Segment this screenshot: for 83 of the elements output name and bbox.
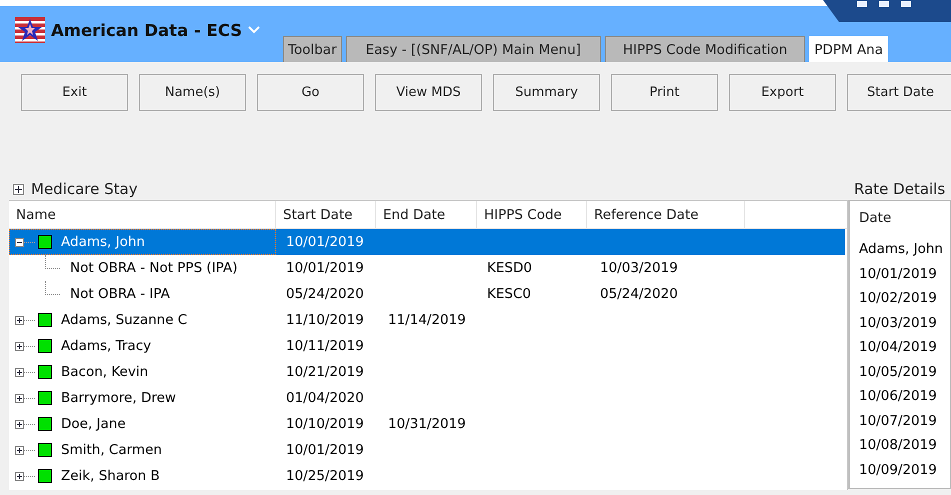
tab[interactable]: Toolbar (283, 36, 342, 62)
patient-name: Adams, John (61, 234, 145, 250)
table-cell: 10/11/2019 (286, 338, 364, 354)
table-cell: 10/01/2019 (286, 234, 364, 250)
table-cell-text: 10/07/2019 (859, 412, 938, 430)
table-cell-text: 10/06/2019 (859, 387, 938, 406)
patient-name: Bacon, Kevin (61, 364, 148, 380)
column-header[interactable]: Reference Date (587, 201, 745, 228)
table-cell: 10/31/2019 (388, 416, 466, 432)
toolbar-button[interactable]: Print (611, 74, 718, 111)
column-header[interactable]: End Date (376, 201, 477, 228)
table-cell: 05/24/2020 (286, 286, 364, 302)
table-cell: 11/14/2019 (388, 312, 466, 328)
status-square-icon (38, 469, 52, 483)
column-header[interactable]: Date (859, 210, 950, 231)
table-cell: 10/03/2019 (600, 260, 678, 276)
table-cell-text: 10/05/2019 (859, 362, 938, 382)
table-cell: 10/10/2019 (286, 416, 364, 432)
toolbar-button[interactable]: Summary (493, 74, 600, 111)
expand-icon[interactable] (15, 368, 24, 376)
toolbar-button[interactable]: View MDS (375, 74, 482, 111)
tree-row[interactable]: Bacon, Kevin 10/21/2019 (9, 359, 845, 385)
toolbar-button[interactable]: Exit (21, 74, 128, 111)
patient-name: Barrymore, Drew (61, 390, 176, 406)
expand-icon[interactable] (15, 472, 24, 480)
table-cell-text: 10/02/2019 (859, 289, 938, 308)
table-cell: 10/25/2019 (286, 468, 364, 484)
expand-icon[interactable] (15, 446, 24, 454)
collapse-icon[interactable] (15, 238, 24, 246)
table-cell: 05/24/2020 (600, 286, 678, 302)
patient-name: Adams, Suzanne C (61, 312, 188, 328)
stay-name: Not OBRA - Not PPS (IPA) (70, 260, 238, 276)
table-cell: 10/21/2019 (286, 364, 364, 380)
tree-row[interactable]: Adams, Suzanne C 11/10/2019 11/14/2019 (9, 307, 845, 333)
status-square-icon (38, 443, 52, 457)
status-square-icon (38, 417, 52, 431)
flag-logo-icon (15, 17, 45, 43)
patient-name: Doe, Jane (61, 416, 126, 432)
table-cell-text: 10/01/2019 (859, 264, 938, 284)
tree-row[interactable]: Zeik, Sharon B 10/25/2019 (9, 463, 845, 489)
stay-name: Not OBRA - IPA (70, 286, 170, 302)
tree-row[interactable]: Barrymore, Drew 01/04/2020 (9, 385, 845, 411)
expand-icon[interactable] (15, 394, 24, 402)
table-cell: 01/04/2020 (286, 390, 364, 406)
tree-row[interactable]: Smith, Carmen 10/01/2019 (9, 437, 845, 463)
table-cell: 10/01/2019 (286, 260, 364, 276)
table-cell: KESC0 (487, 286, 531, 302)
table-cell: 10/01/2019 (286, 442, 364, 458)
expand-icon[interactable] (15, 316, 24, 324)
table-cell: KESD0 (487, 260, 532, 276)
toolbar-button[interactable]: Start Date (847, 74, 951, 111)
app-title: American Data - ECS (51, 20, 242, 40)
status-square-icon (38, 313, 52, 327)
table-cell-text: 10/09/2019 (859, 460, 938, 480)
expand-icon[interactable] (15, 342, 24, 350)
patient-name: Adams, Tracy (61, 338, 152, 354)
status-square-icon (38, 391, 52, 405)
table-cell-text: 10/03/2019 (859, 314, 938, 332)
patient-name: Zeik, Sharon B (61, 468, 160, 484)
table-cell: 11/10/2019 (286, 312, 364, 328)
tree-row[interactable]: Adams, Tracy 10/11/2019 (9, 333, 845, 359)
table-cell-text: 10/08/2019 (859, 436, 938, 455)
toolbar-button[interactable]: Name(s) (139, 74, 246, 111)
column-header[interactable]: HIPPS Code (477, 201, 587, 228)
table-cell-text: 10/04/2019 (859, 338, 938, 357)
column-header[interactable]: Name (9, 201, 276, 228)
tree-row[interactable]: Adams, John 10/01/2019 (9, 229, 845, 255)
column-header[interactable]: Start Date (276, 201, 376, 228)
status-square-icon (38, 365, 52, 379)
status-square-icon (38, 339, 52, 353)
tab[interactable]: HIPPS Code Modification (604, 36, 806, 62)
patient-name: Smith, Carmen (61, 442, 162, 458)
tab[interactable]: PDPM Ana (809, 36, 888, 62)
toolbar-button[interactable]: Go (257, 74, 364, 111)
toolbar-button[interactable]: Export (729, 74, 836, 111)
section-title: Rate Details (854, 180, 946, 198)
tab[interactable]: Easy - [(SNF/AL/OP) Main Menu] (346, 36, 601, 62)
table-cell-text: Adams, John (859, 240, 944, 259)
expand-icon[interactable] (15, 420, 24, 428)
tree-row[interactable]: Doe, Jane 10/10/2019 10/31/2019 (9, 411, 845, 437)
status-square-icon (38, 235, 52, 249)
expand-icon[interactable] (13, 184, 24, 194)
section-title: Medicare Stay (31, 180, 138, 198)
